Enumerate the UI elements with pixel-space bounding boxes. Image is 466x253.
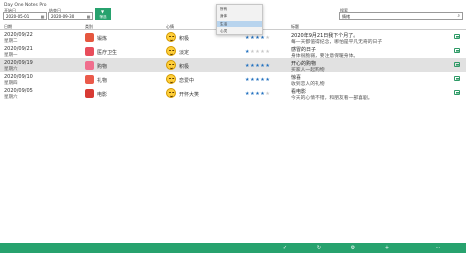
table-row[interactable]: 2020/09/05 星期六 电影 开怀大笑 ★★★★★ 看电影 今天的心情不错… xyxy=(0,86,466,101)
star-filled-icon: ★ xyxy=(265,62,271,69)
entry-mood: 淡定 xyxy=(179,49,190,56)
smiley-icon xyxy=(166,60,176,70)
table-row[interactable]: 2020/09/21 星期一 医疗卫生 淡定 ★★★★★ 感冒的日子 身体很脆弱… xyxy=(0,44,466,59)
rating-stars: ★★★★★ xyxy=(245,63,270,69)
entry-category: 电影 xyxy=(97,91,108,98)
settings-icon[interactable]: ⚙ xyxy=(349,245,357,252)
laughing-face-icon xyxy=(166,88,176,98)
entry-category: 礼物 xyxy=(97,77,108,84)
column-mood[interactable]: 心情 xyxy=(166,24,174,30)
entry-date: 2020/09/05 xyxy=(4,87,33,94)
edit-icon[interactable] xyxy=(454,34,460,39)
rating-stars: ★★★★★ xyxy=(245,35,270,41)
start-date-picker[interactable]: 2020-05-01 ▦ xyxy=(3,12,47,20)
calendar-icon[interactable]: ▦ xyxy=(41,13,45,20)
gift-icon xyxy=(85,74,94,84)
entry-mood: 积极 xyxy=(179,35,190,42)
entry-category: 医疗卫生 xyxy=(97,49,118,56)
entry-body: 今天的心情不错，和朋友看一部喜剧。 xyxy=(291,95,373,101)
star-empty-icon: ★ xyxy=(265,34,271,41)
entry-mood: 开怀大笑 xyxy=(179,91,200,98)
star-empty-icon: ★ xyxy=(265,48,271,55)
end-date-picker[interactable]: 2020-09-30 ▦ xyxy=(48,12,93,20)
column-title[interactable]: 标题 xyxy=(291,24,299,30)
entry-date: 2020/09/21 xyxy=(4,45,33,52)
dropdown-option[interactable]: 心灵 xyxy=(217,28,262,35)
edit-icon[interactable] xyxy=(454,90,460,95)
refresh-icon[interactable]: ↻ xyxy=(315,245,323,252)
calm-face-icon xyxy=(166,46,176,56)
rating-stars: ★★★★★ xyxy=(245,91,270,97)
end-date-value: 2020-09-30 xyxy=(51,14,75,19)
table-row[interactable]: 2020/09/10 星期四 礼物 恋爱中 ★★★★★ 惊喜 收到恋人的礼物 xyxy=(0,72,466,87)
bottom-toolbar: ✓ ↻ ⚙ + ⋯ xyxy=(0,243,466,253)
dropdown-option[interactable]: 身体 xyxy=(217,13,262,20)
shopping-bag-icon xyxy=(85,60,94,70)
entry-date: 2020/09/22 xyxy=(4,31,33,38)
entry-category: 购物 xyxy=(97,63,108,70)
calendar-icon[interactable]: ▦ xyxy=(87,13,91,20)
edit-icon[interactable] xyxy=(454,76,460,81)
search-input[interactable]: 情绪 ⌕ xyxy=(339,12,463,20)
filter-button[interactable]: ▼ 筛选 xyxy=(95,8,111,20)
filter-icon: ▼ xyxy=(101,9,105,14)
check-icon[interactable]: ✓ xyxy=(281,245,289,252)
star-empty-icon: ★ xyxy=(265,90,271,97)
search-icon[interactable]: ⌕ xyxy=(457,13,460,20)
add-icon[interactable]: + xyxy=(383,245,391,252)
search-value: 情绪 xyxy=(342,14,350,19)
category-dropdown[interactable]: 所有 身体 生活 心灵 xyxy=(216,4,263,35)
smiley-icon xyxy=(166,32,176,42)
rating-stars: ★★★★★ xyxy=(245,49,270,55)
entry-weekday: 星期六 xyxy=(4,95,18,100)
entry-date: 2020/09/19 xyxy=(4,59,33,66)
entry-date: 2020/09/10 xyxy=(4,73,33,80)
star-filled-icon: ★ xyxy=(265,76,271,83)
table-row[interactable]: 2020/09/19 星期六 购物 积极 ★★★★★ 开心的购物 买家人一起购物 xyxy=(0,58,466,73)
rating-stars: ★★★★★ xyxy=(245,77,270,83)
dropdown-option[interactable]: 所有 xyxy=(217,6,262,13)
film-icon xyxy=(85,88,94,98)
edit-icon[interactable] xyxy=(454,62,460,67)
edit-icon[interactable] xyxy=(454,48,460,53)
entry-category: 锻炼 xyxy=(97,35,108,42)
filter-button-label: 筛选 xyxy=(99,15,107,19)
dumbbell-icon xyxy=(85,32,94,42)
column-date[interactable]: 日期 xyxy=(4,24,12,30)
more-icon[interactable]: ⋯ xyxy=(434,245,442,252)
start-date-value: 2020-05-01 xyxy=(6,14,30,19)
entry-mood: 恋爱中 xyxy=(179,77,195,84)
entry-mood: 积极 xyxy=(179,63,190,70)
dropdown-option[interactable]: 生活 xyxy=(217,20,262,27)
hospital-icon xyxy=(85,46,94,56)
column-category[interactable]: 类别 xyxy=(85,24,93,30)
heart-eyes-icon xyxy=(166,74,176,84)
